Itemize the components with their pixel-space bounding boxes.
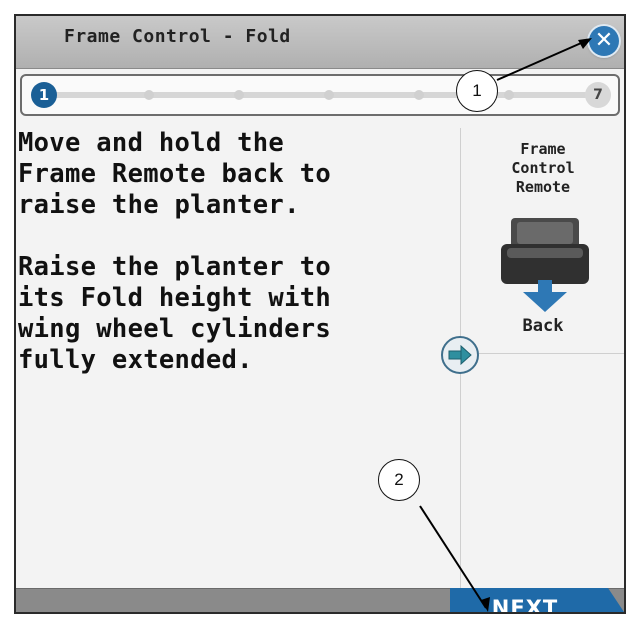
- callout-1: 1: [456, 70, 498, 112]
- callout-2: 2: [378, 459, 420, 501]
- callout-leader-lines: [419, 38, 592, 612]
